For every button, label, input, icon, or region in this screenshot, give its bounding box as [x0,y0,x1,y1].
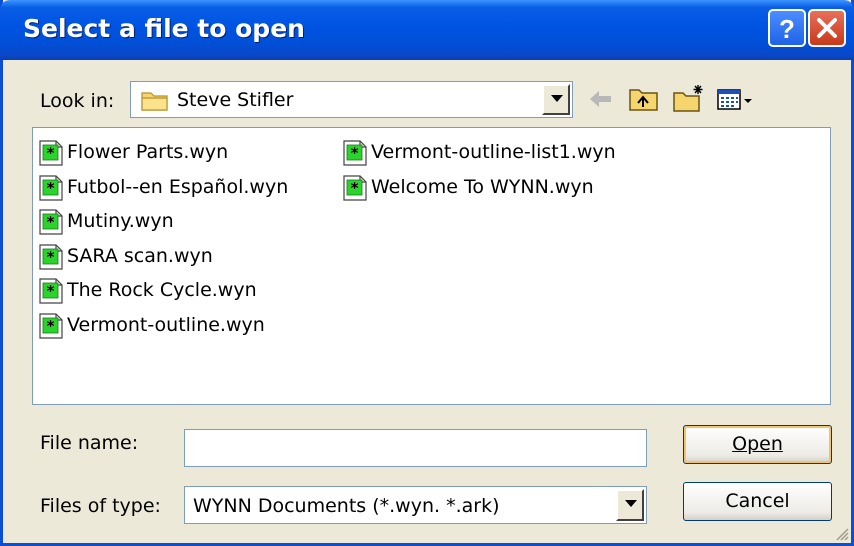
file-name-text: Vermont-outline.wyn [67,313,265,336]
create-new-folder-icon [673,85,703,112]
svg-text:*: * [351,179,359,197]
up-one-level-button[interactable] [627,82,661,116]
open-button-label: Open [732,433,783,455]
open-button[interactable]: Open [683,425,832,464]
folder-icon [141,92,168,111]
view-menu-icon [717,89,752,110]
svg-text:*: * [47,144,55,162]
title-bar[interactable]: Select a file to open ? [0,0,854,60]
back-arrow-icon [590,91,611,107]
chevron-down-icon [551,95,563,102]
files-of-type-value: WYNN Documents (*.wyn. *.ark) [193,495,500,517]
file-name-text: SARA scan.wyn [67,244,213,267]
file-list[interactable]: * Flower Parts.wyn * Futbol--en Español.wyn… [32,127,831,405]
wynn-file-icon: * [39,312,63,339]
view-menu-button[interactable] [715,82,755,116]
svg-text:*: * [47,179,55,197]
svg-text:*: * [47,248,55,266]
dialog-title: Select a file to open [23,14,305,43]
back-button[interactable] [583,82,617,116]
wynn-file-icon: * [39,174,63,201]
file-name-text: Futbol--en Español.wyn [67,175,289,198]
file-name-text: Mutiny.wyn [67,210,174,232]
help-button[interactable]: ? [768,9,806,47]
file-name-input[interactable] [184,429,647,467]
wynn-file-icon: * [39,209,63,235]
close-button[interactable] [808,9,846,47]
cancel-button[interactable]: Cancel [683,482,832,521]
wynn-file-icon: * [343,174,367,201]
file-name-text: Flower Parts.wyn [67,141,229,163]
look-in-label: Look in: [40,90,115,112]
svg-text:?: ? [779,14,795,44]
wynn-file-icon: * [343,140,367,166]
look-in-dropdown-button[interactable] [542,84,570,115]
create-new-folder-button[interactable] [671,82,705,116]
look-in-folder-text: Steve Stifler [177,89,294,111]
look-in-combo[interactable]: Steve Stifler [130,81,573,118]
file-name-text: Vermont-outline-list1.wyn [371,141,616,163]
files-of-type-combo[interactable]: WYNN Documents (*.wyn. *.ark) [184,486,647,524]
wynn-file-icon: * [39,140,63,166]
wynn-file-icon: * [39,278,63,304]
files-of-type-dropdown-button[interactable] [616,489,644,521]
help-icon: ? [779,14,795,44]
svg-text:*: * [47,282,55,300]
up-one-level-icon [629,89,658,111]
file-name-label: File name: [40,432,139,454]
svg-text:*: * [47,213,55,231]
svg-text:*: * [47,317,55,335]
file-name-text: Welcome To WYNN.wyn [371,175,594,198]
svg-text:*: * [351,144,359,162]
wynn-file-icon: * [39,243,63,270]
open-file-dialog: Select a file to open ? Look in: Steve S… [0,0,854,546]
cancel-button-label: Cancel [725,490,790,512]
chevron-down-icon [625,500,637,507]
close-icon [817,18,837,38]
resize-grip-icon[interactable] [835,527,849,541]
files-of-type-label: Files of type: [40,495,161,517]
file-name-text: The Rock Cycle.wyn [67,279,257,301]
